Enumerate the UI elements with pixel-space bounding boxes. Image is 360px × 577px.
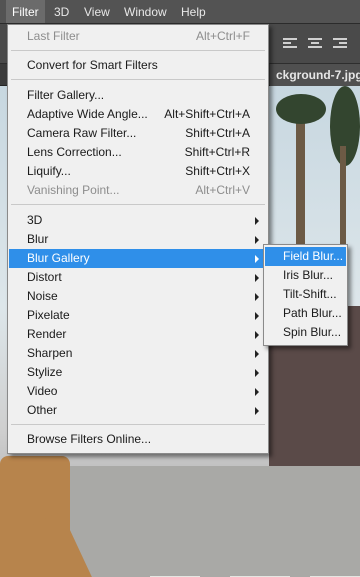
menu-item-render[interactable]: Render bbox=[9, 325, 267, 344]
menu-item-label: Camera Raw Filter... bbox=[27, 126, 137, 140]
menu-item-label: Lens Correction... bbox=[27, 145, 122, 159]
submenu-item-spin-blur[interactable]: Spin Blur... bbox=[265, 323, 346, 342]
menu-item-video[interactable]: Video bbox=[9, 382, 267, 401]
menu-item-label: Vanishing Point... bbox=[27, 183, 120, 197]
submenu-arrow-icon bbox=[255, 255, 259, 263]
menu-3d[interactable]: 3D bbox=[48, 0, 75, 23]
submenu-arrow-icon bbox=[255, 407, 259, 415]
menu-item-blur-gallery[interactable]: Blur Gallery bbox=[9, 249, 267, 268]
menu-separator bbox=[11, 424, 265, 425]
submenu-arrow-icon bbox=[255, 331, 259, 339]
menu-item-label: Render bbox=[27, 327, 67, 341]
menu-window[interactable]: Window bbox=[118, 0, 173, 23]
menu-item-lens-correction[interactable]: Lens Correction... Shift+Ctrl+R bbox=[9, 143, 267, 162]
menu-item-last-filter[interactable]: Last Filter Alt+Ctrl+F bbox=[9, 27, 267, 46]
menu-item-label: Browse Filters Online... bbox=[27, 432, 152, 446]
menu-item-pixelate[interactable]: Pixelate bbox=[9, 306, 267, 325]
menu-filter[interactable]: Filter bbox=[6, 0, 45, 23]
menu-item-convert-smart-filters[interactable]: Convert for Smart Filters bbox=[9, 56, 267, 75]
palm-tree-leaves bbox=[276, 94, 326, 124]
align-left-icon[interactable] bbox=[282, 36, 298, 50]
menu-item-stylize[interactable]: Stylize bbox=[9, 363, 267, 382]
menu-item-shortcut: Shift+Ctrl+R bbox=[184, 145, 250, 159]
menu-item-other[interactable]: Other bbox=[9, 401, 267, 420]
submenu-item-tilt-shift[interactable]: Tilt-Shift... bbox=[265, 285, 346, 304]
menu-item-liquify[interactable]: Liquify... Shift+Ctrl+X bbox=[9, 162, 267, 181]
menu-item-noise[interactable]: Noise bbox=[9, 287, 267, 306]
menu-item-label: Last Filter bbox=[27, 29, 80, 43]
menu-item-label: Sharpen bbox=[27, 346, 73, 360]
menu-item-sharpen[interactable]: Sharpen bbox=[9, 344, 267, 363]
submenu-arrow-icon bbox=[255, 312, 259, 320]
submenu-arrow-icon bbox=[255, 369, 259, 377]
menu-item-shortcut: Shift+Ctrl+A bbox=[185, 126, 250, 140]
menu-item-blur[interactable]: Blur bbox=[9, 230, 267, 249]
submenu-arrow-icon bbox=[255, 388, 259, 396]
menu-item-label: Other bbox=[27, 403, 58, 417]
menu-item-shortcut: Alt+Ctrl+V bbox=[195, 183, 250, 197]
submenu-arrow-icon bbox=[255, 293, 259, 301]
submenu-item-path-blur[interactable]: Path Blur... bbox=[265, 304, 346, 323]
menu-item-label: Liquify... bbox=[27, 164, 71, 178]
menu-item-filter-gallery[interactable]: Filter Gallery... bbox=[9, 86, 267, 105]
menu-item-label: Convert for Smart Filters bbox=[27, 58, 158, 72]
menu-item-vanishing-point[interactable]: Vanishing Point... Alt+Ctrl+V bbox=[9, 181, 267, 200]
document-tab[interactable]: ckground-7.jpg @ bbox=[270, 64, 360, 86]
menu-item-label: Pixelate bbox=[27, 308, 70, 322]
menu-item-label: Video bbox=[27, 384, 58, 398]
menu-item-shortcut: Alt+Shift+Ctrl+A bbox=[164, 107, 250, 121]
menu-separator bbox=[11, 79, 265, 80]
align-right-icon[interactable] bbox=[332, 36, 348, 50]
submenu-item-iris-blur[interactable]: Iris Blur... bbox=[265, 266, 346, 285]
menu-item-browse-filters-online[interactable]: Browse Filters Online... bbox=[9, 430, 267, 449]
blur-gallery-submenu: Field Blur... Iris Blur... Tilt-Shift...… bbox=[263, 244, 348, 346]
submenu-arrow-icon bbox=[255, 350, 259, 358]
menu-separator bbox=[11, 50, 265, 51]
submenu-arrow-icon bbox=[255, 236, 259, 244]
menu-view[interactable]: View bbox=[78, 0, 116, 23]
menu-item-label: Adaptive Wide Angle... bbox=[27, 107, 148, 121]
menu-item-label: Filter Gallery... bbox=[27, 88, 105, 102]
menu-separator bbox=[11, 204, 265, 205]
menu-item-shortcut: Shift+Ctrl+X bbox=[185, 164, 250, 178]
menu-item-adaptive-wide-angle[interactable]: Adaptive Wide Angle... Alt+Shift+Ctrl+A bbox=[9, 105, 267, 124]
filter-menu: Last Filter Alt+Ctrl+F Convert for Smart… bbox=[7, 24, 269, 454]
submenu-arrow-icon bbox=[255, 274, 259, 282]
menu-item-camera-raw-filter[interactable]: Camera Raw Filter... Shift+Ctrl+A bbox=[9, 124, 267, 143]
menu-item-label: 3D bbox=[27, 213, 43, 227]
menu-item-label: Blur Gallery bbox=[27, 251, 90, 265]
menu-item-3d[interactable]: 3D bbox=[9, 211, 267, 230]
menu-item-shortcut: Alt+Ctrl+F bbox=[195, 29, 250, 43]
menu-help[interactable]: Help bbox=[175, 0, 212, 23]
menu-item-label: Distort bbox=[27, 270, 62, 284]
menu-item-label: Blur bbox=[27, 232, 49, 246]
menu-item-label: Noise bbox=[27, 289, 58, 303]
submenu-item-field-blur[interactable]: Field Blur... bbox=[265, 247, 346, 266]
menu-bar: Filter 3D View Window Help bbox=[0, 0, 360, 24]
submenu-arrow-icon bbox=[255, 217, 259, 225]
menu-item-label: Stylize bbox=[27, 365, 63, 379]
menu-item-distort[interactable]: Distort bbox=[9, 268, 267, 287]
align-center-icon[interactable] bbox=[307, 36, 323, 50]
